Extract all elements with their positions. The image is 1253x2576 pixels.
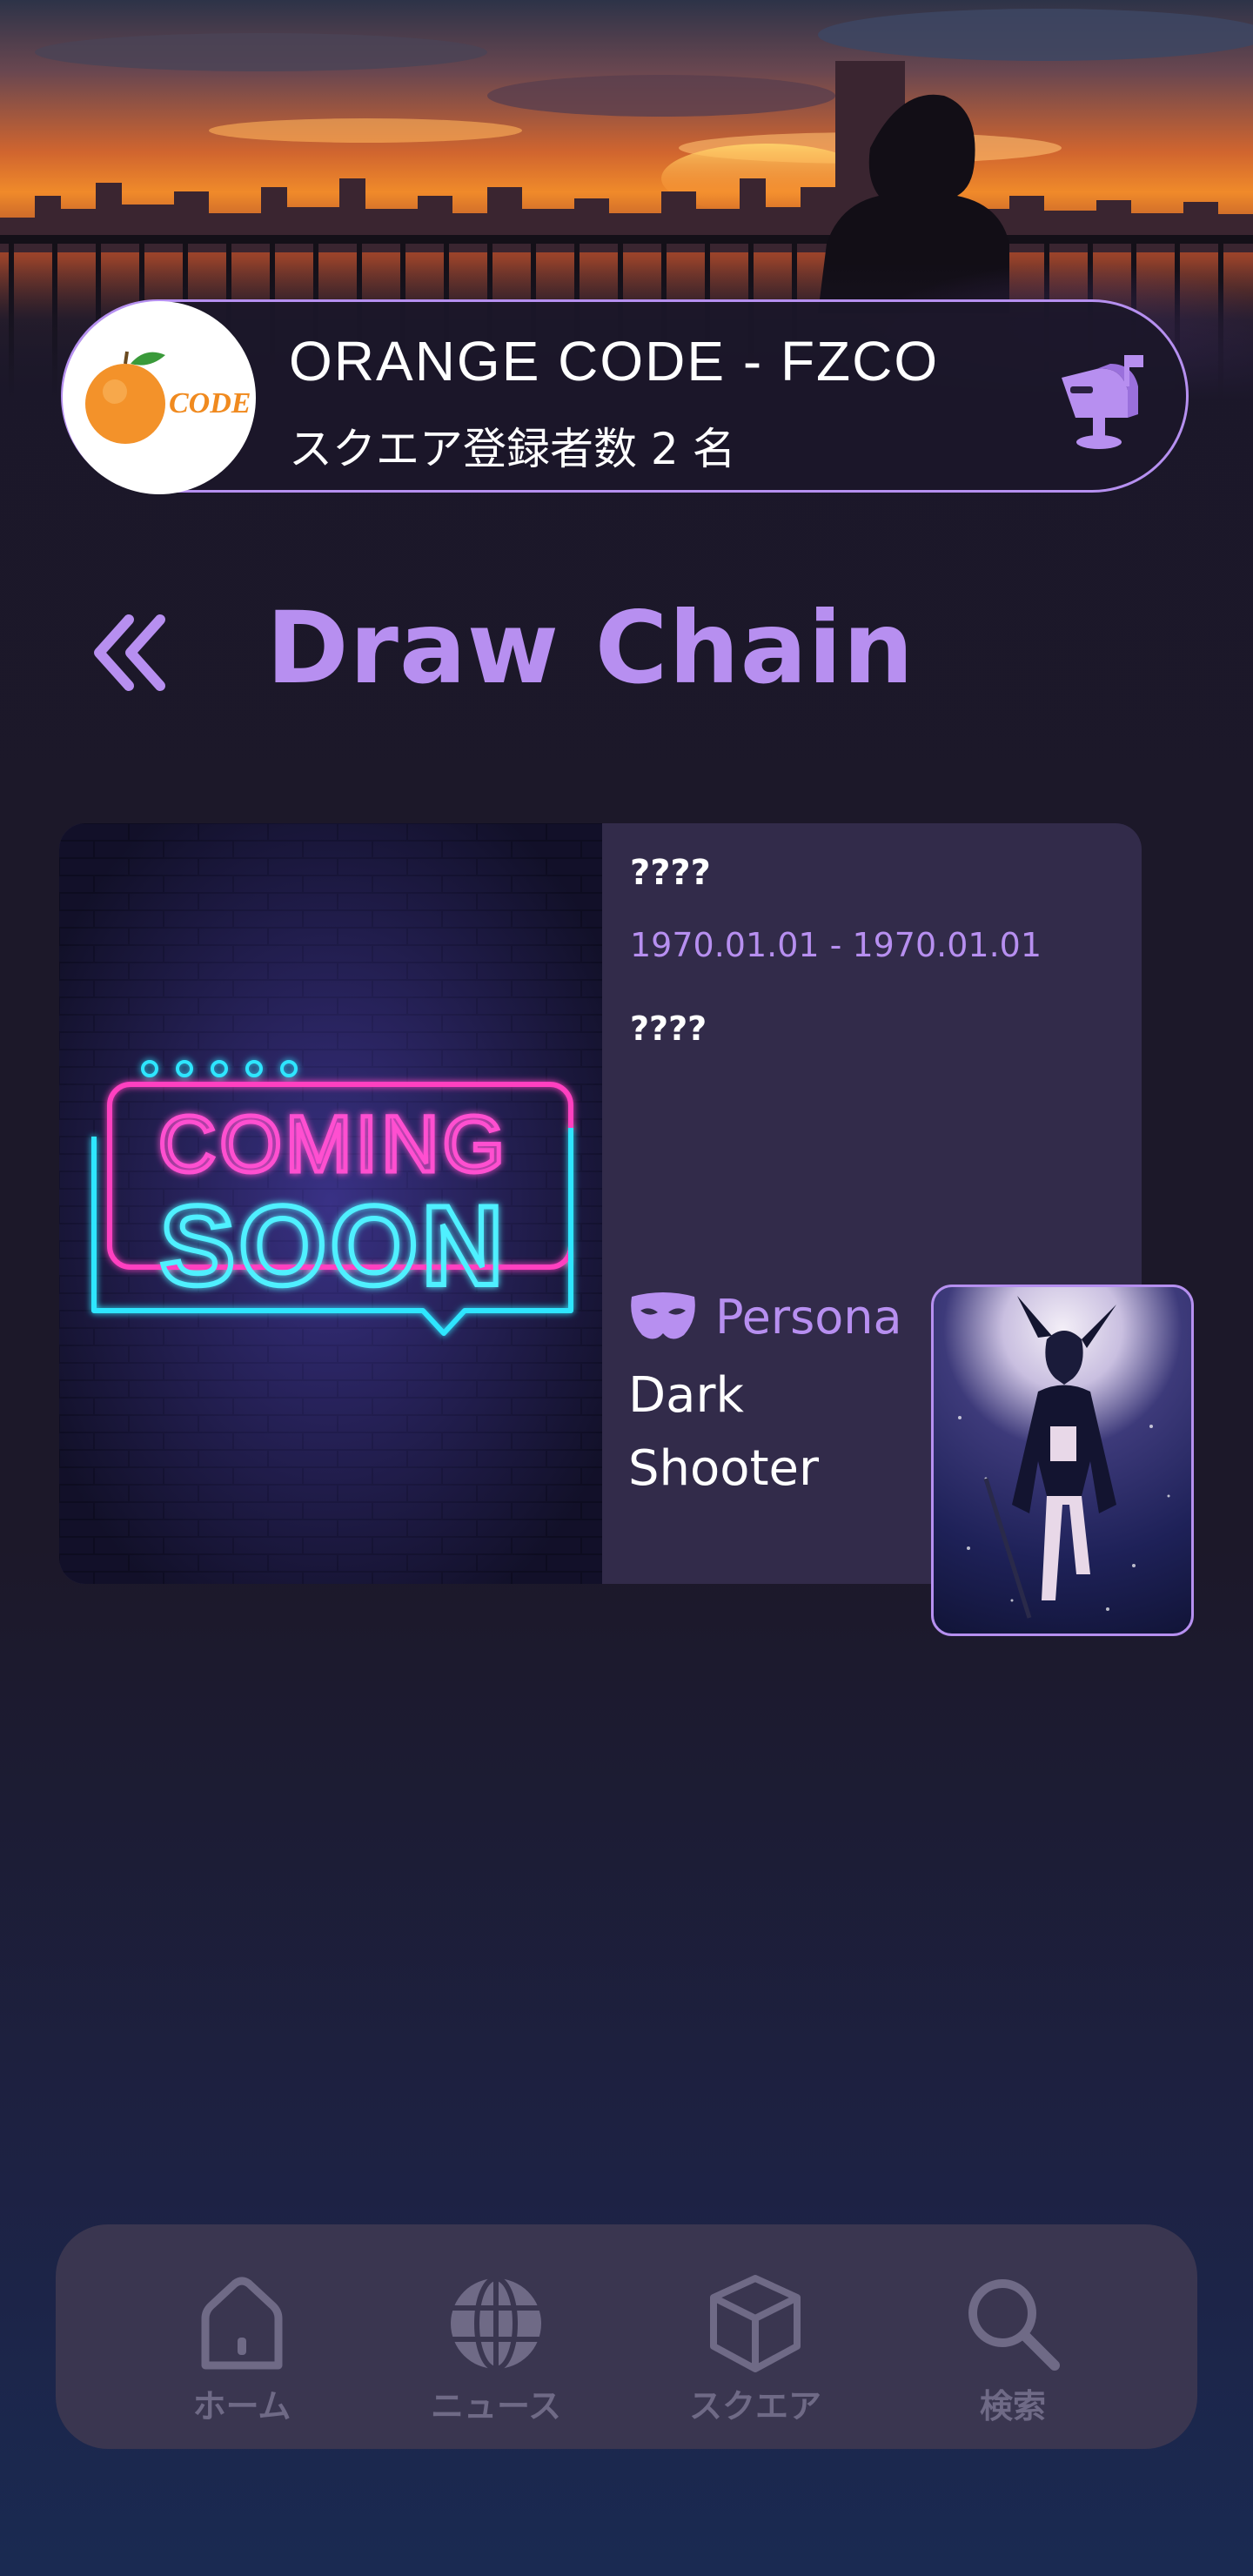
back-button[interactable] <box>87 609 174 696</box>
soon-neon-text: SOON <box>160 1182 507 1309</box>
mailbox-icon <box>1062 355 1143 449</box>
search-icon <box>968 2279 1060 2371</box>
company-logo: CODE <box>63 301 256 494</box>
nav-item-square[interactable]: スクエア <box>651 2271 860 2428</box>
event-dates: 1970.01.01 - 1970.01.01 <box>630 926 1042 964</box>
nav-item-home[interactable]: ホーム <box>137 2271 346 2428</box>
mailbox-button[interactable] <box>1044 345 1157 458</box>
company-name: ORANGE CODE - FZCO <box>289 330 940 392</box>
cube-icon <box>710 2275 801 2372</box>
double-chevron-left-icon <box>94 614 165 691</box>
registrant-count: スクエア登録者数 2 名 <box>289 424 736 474</box>
nav-label-home: ホーム <box>192 2387 291 2425</box>
persona-character-image[interactable] <box>931 1285 1194 1636</box>
nav-item-news[interactable]: ニュース <box>392 2271 600 2428</box>
mask-icon <box>631 1292 695 1339</box>
globe-icon <box>451 2276 541 2371</box>
coming-neon-text: COMING <box>158 1100 508 1189</box>
home-icon <box>201 2277 283 2370</box>
persona-label: Persona <box>715 1289 902 1345</box>
event-title: ???? <box>630 853 711 893</box>
nav-label-search: 検索 <box>979 2387 1046 2425</box>
coming-soon-image: COMING SOON <box>59 823 602 1584</box>
nav-label-news: ニュース <box>430 2387 562 2425</box>
persona-name: Dark Shooter <box>628 1367 819 1497</box>
nav-item-search[interactable]: 検索 <box>908 2271 1117 2428</box>
nav-label-square: スクエア <box>688 2387 821 2425</box>
persona-row: Persona <box>628 1286 902 1347</box>
page-title: Draw Chain <box>266 590 915 706</box>
event-description: ???? <box>630 1010 707 1048</box>
logo-text: CODE <box>169 387 251 419</box>
